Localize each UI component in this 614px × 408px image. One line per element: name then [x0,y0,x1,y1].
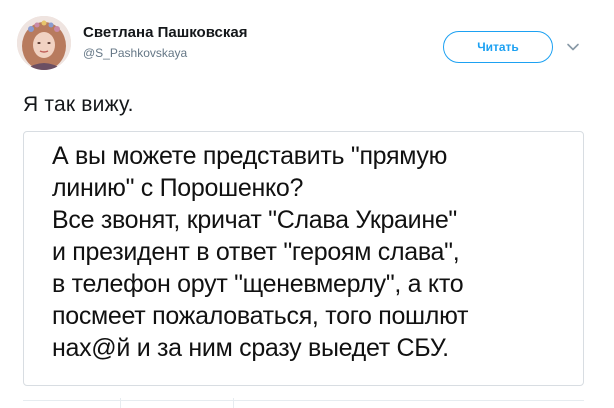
chevron-down-icon[interactable] [566,40,580,54]
image-text-line: нах@й и за ним сразу выедет СБУ. [52,334,449,362]
attached-image[interactable]: А вы можете представить "прямую линию" с… [23,131,584,386]
follow-button[interactable]: Читать [443,31,553,63]
image-text-line: и президент в ответ "героям слава", [52,238,460,266]
tweet-text: Я так вижу. [23,93,134,116]
image-text-line: Все звонят, кричат "Слава Украине" [52,206,458,234]
author-display-name[interactable]: Светлана Пашковская [83,24,247,41]
divider [233,398,234,408]
image-text-line: линию" с Порошенко? [52,174,304,202]
avatar-image [17,16,71,70]
image-text-line: А вы можете представить "прямую [52,142,448,170]
image-text-line: посмеет пожаловаться, того пошлют [52,302,469,330]
divider [23,400,584,401]
avatar[interactable] [17,16,71,70]
divider [120,398,121,408]
author-screen-name[interactable]: @S_Pashkovskaya [83,46,187,60]
image-text-line: в телефон орут "щеневмерлу", а кто [52,270,464,298]
